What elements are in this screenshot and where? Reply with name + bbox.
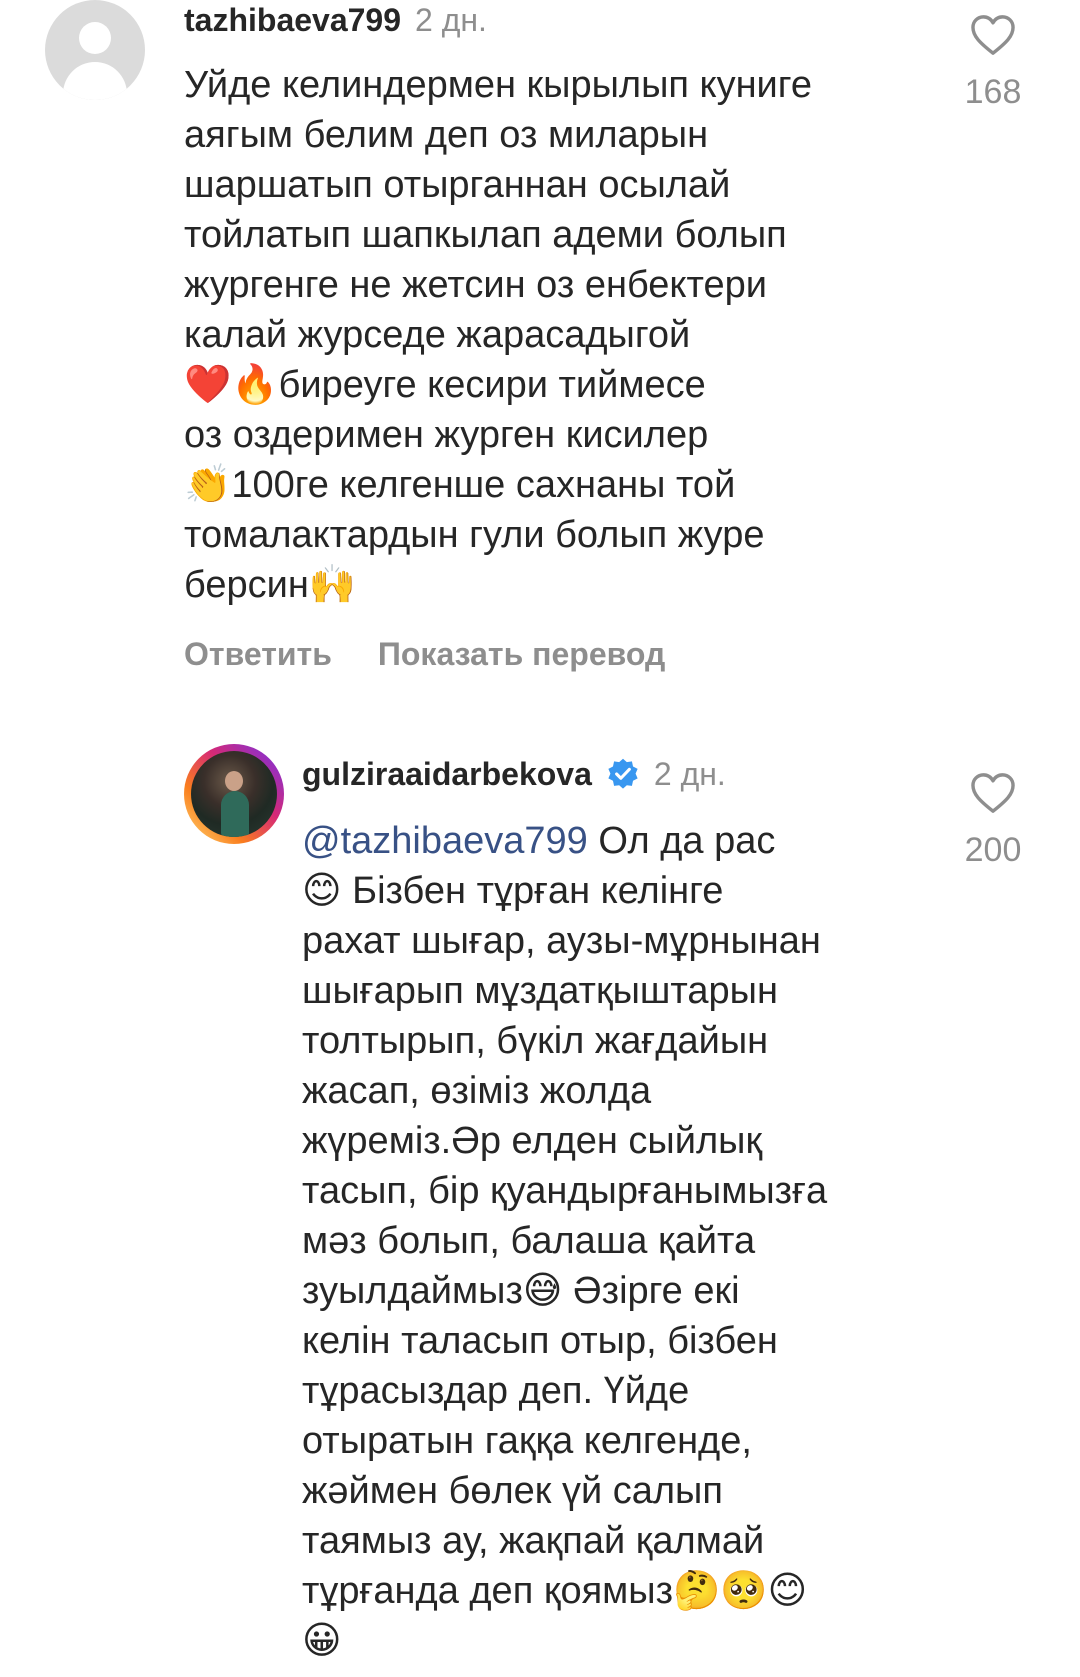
comment-line: толтырып, бүкіл жағдайын	[302, 1020, 769, 1062]
comment-line: берсин🙌	[184, 564, 357, 606]
comment-line: жургенге не жетсин оз енбектери	[184, 264, 767, 306]
comment-line: жасап, өзіміз жолда	[302, 1070, 652, 1112]
comment-line: таямыз ау, жақпай қалмай	[302, 1520, 765, 1562]
comment-line: шығарып мұздатқыштарын	[302, 970, 778, 1012]
comment-line: тұрасыздар деп. Үйде	[302, 1370, 690, 1412]
comment-text-fragment: Ол да рас	[587, 820, 776, 862]
comment-line: тойлатып шапкылап адеми болып	[184, 214, 787, 256]
comment-text: Уйде келиндермен кырылып куниге аягым бе…	[184, 60, 924, 610]
comment-line: шаршатып отырганнан осылай	[184, 164, 731, 206]
comment-actions: Ответить Показать перевод	[184, 634, 665, 674]
comment-line: оз оздеримен журген кисилер	[184, 414, 709, 456]
like-control: 168	[948, 14, 1038, 112]
comment-line: аягым белим деп оз миларын	[184, 114, 709, 156]
like-count: 168	[964, 73, 1022, 111]
comment-line: зуылдаймыз😅 Әзірге екі	[302, 1270, 740, 1312]
comment-line: рахат шығар, аузы-мұрнынан	[302, 920, 821, 962]
username[interactable]: gulziraaidarbekova	[302, 754, 592, 794]
username[interactable]: tazhibaeva799	[184, 0, 401, 40]
reply-button[interactable]: Ответить	[184, 634, 332, 674]
comment-line: келін таласып отыр, бізбен	[302, 1320, 778, 1362]
comment-time: 2 дн.	[415, 2, 487, 38]
show-translation-button[interactable]: Показать перевод	[378, 634, 665, 674]
heart-icon[interactable]	[970, 14, 1016, 56]
default-avatar-icon[interactable]	[45, 0, 145, 100]
heart-icon[interactable]	[970, 772, 1016, 814]
comment-time: 2 дн.	[653, 756, 726, 792]
mention-link[interactable]: @tazhibaeva799	[302, 820, 588, 862]
comment-line: жүреміз.Әр елден сыйлық	[302, 1120, 763, 1162]
comment-line: Уйде келиндермен кырылып куниге	[184, 64, 812, 106]
comment-line: 👏100ге келгенше сахнаны той	[184, 464, 736, 506]
comment-line: мәз болып, балаша қайта	[302, 1220, 756, 1262]
comment-line: 😀	[302, 1620, 342, 1662]
comment-line: калай журседе жарасадыгой	[184, 314, 691, 356]
comment-line: @tazhibaeva799 Ол да рас	[302, 816, 932, 866]
comment-line: томалактардын гули болып журе	[184, 514, 765, 556]
verified-badge-icon	[608, 758, 638, 789]
comment-header: tazhibaeva799 2 дн.	[184, 0, 487, 40]
comment-text: @tazhibaeva799 Ол да рас 😊 Бізбен тұрған…	[302, 816, 932, 1666]
like-count: 200	[964, 831, 1022, 869]
comment-line: ❤️🔥биреуге кесири тиймесе	[184, 364, 706, 406]
comment-line: тасып, бір қуандырғанымызға	[302, 1170, 828, 1212]
comment-line: жәймен бөлек үй салып	[302, 1470, 723, 1512]
comment-line: тұрғанда деп қоямыз🤔🥺😊	[302, 1570, 808, 1612]
like-control: 200	[948, 772, 1038, 870]
comment-header: gulziraaidarbekova 2 дн.	[302, 754, 726, 794]
avatar[interactable]	[184, 744, 284, 844]
comment-line: 😊 Бізбен тұрған келінге	[302, 870, 724, 912]
comment-line: отыратын гаққа келгенде,	[302, 1420, 752, 1462]
